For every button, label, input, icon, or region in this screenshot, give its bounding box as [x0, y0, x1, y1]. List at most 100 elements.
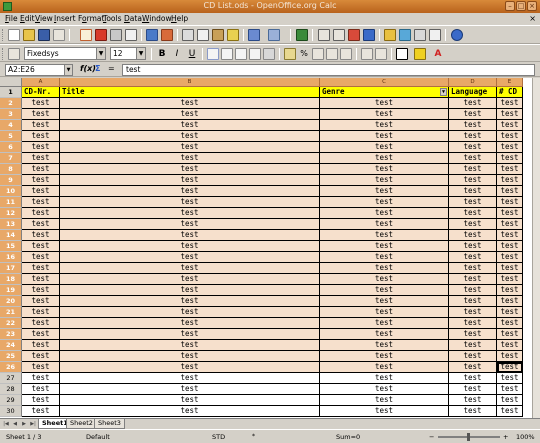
- table-cell[interactable]: test: [60, 197, 320, 208]
- table-cell[interactable]: test: [320, 219, 449, 230]
- table-cell[interactable]: test: [320, 164, 449, 175]
- toolbar-grip[interactable]: [2, 48, 4, 60]
- table-cell[interactable]: test: [449, 285, 497, 296]
- align-left-icon[interactable]: [207, 48, 219, 60]
- menu-item[interactable]: Window: [142, 14, 172, 23]
- underline-icon[interactable]: U: [186, 48, 198, 60]
- table-cell[interactable]: test: [497, 153, 523, 164]
- minimize-button[interactable]: –: [505, 1, 515, 11]
- table-cell[interactable]: test: [60, 186, 320, 197]
- sort-ascending-icon[interactable]: [318, 29, 330, 41]
- table-cell[interactable]: test: [60, 131, 320, 142]
- borders-icon[interactable]: [396, 48, 408, 60]
- table-cell[interactable]: test: [22, 406, 60, 417]
- merge-cells-icon[interactable]: [263, 48, 275, 60]
- table-cell[interactable]: test: [22, 318, 60, 329]
- help-icon[interactable]: [451, 29, 463, 41]
- row-header[interactable]: 18: [0, 274, 22, 285]
- table-cell[interactable]: test: [497, 252, 523, 263]
- zoom-slider-handle[interactable]: [467, 433, 470, 441]
- menu-item[interactable]: Help: [171, 14, 188, 23]
- table-cell[interactable]: test: [497, 197, 523, 208]
- sheet-tab[interactable]: Sheet3: [94, 419, 125, 429]
- table-cell[interactable]: test: [22, 142, 60, 153]
- table-cell[interactable]: test: [497, 120, 523, 131]
- table-cell[interactable]: test: [22, 274, 60, 285]
- table-cell[interactable]: test: [22, 197, 60, 208]
- export-pdf-icon[interactable]: [95, 29, 107, 41]
- row-header[interactable]: 20: [0, 296, 22, 307]
- table-cell[interactable]: test: [320, 252, 449, 263]
- navigator-icon[interactable]: [384, 29, 396, 41]
- table-cell[interactable]: test: [22, 164, 60, 175]
- table-cell[interactable]: test: [60, 351, 320, 362]
- add-decimal-icon[interactable]: [326, 48, 338, 60]
- font-color-icon[interactable]: A: [432, 48, 444, 60]
- table-cell[interactable]: test: [60, 175, 320, 186]
- table-cell[interactable]: test: [60, 230, 320, 241]
- table-cell[interactable]: test: [449, 153, 497, 164]
- table-cell[interactable]: test: [497, 373, 523, 384]
- table-cell[interactable]: test: [497, 406, 523, 417]
- table-cell[interactable]: test: [60, 142, 320, 153]
- hyperlink-icon[interactable]: [296, 29, 308, 41]
- status-mode[interactable]: STD: [212, 433, 225, 441]
- header-cell[interactable]: Title: [60, 87, 320, 98]
- table-cell[interactable]: test: [449, 241, 497, 252]
- table-cell[interactable]: test: [449, 340, 497, 351]
- table-cell[interactable]: test: [22, 98, 60, 109]
- page-preview-icon[interactable]: [125, 29, 137, 41]
- table-cell[interactable]: test: [497, 340, 523, 351]
- menu-item[interactable]: View: [35, 14, 53, 23]
- zoom-out-icon[interactable]: −: [429, 433, 434, 441]
- row-header[interactable]: 16: [0, 252, 22, 263]
- table-cell[interactable]: test: [449, 186, 497, 197]
- undo-icon[interactable]: [248, 29, 260, 41]
- toolbar-grip[interactable]: [2, 29, 4, 41]
- row-header[interactable]: 29: [0, 395, 22, 406]
- print-icon[interactable]: [110, 29, 122, 41]
- table-cell[interactable]: test: [60, 362, 320, 373]
- row-header[interactable]: 13: [0, 219, 22, 230]
- justify-icon[interactable]: [249, 48, 261, 60]
- table-cell[interactable]: test: [60, 208, 320, 219]
- table-cell[interactable]: test: [320, 362, 449, 373]
- table-cell[interactable]: test: [497, 241, 523, 252]
- menu-item[interactable]: File: [5, 14, 18, 23]
- column-header[interactable]: E: [497, 78, 523, 87]
- table-cell[interactable]: test: [22, 175, 60, 186]
- table-cell[interactable]: test: [449, 296, 497, 307]
- table-cell[interactable]: test: [60, 285, 320, 296]
- table-cell[interactable]: test: [497, 285, 523, 296]
- table-cell[interactable]: test: [320, 395, 449, 406]
- menu-item[interactable]: Data: [124, 14, 142, 23]
- function-wizard-icon[interactable]: f(x): [80, 64, 96, 73]
- previous-sheet-icon[interactable]: ◀: [11, 421, 19, 428]
- table-cell[interactable]: test: [320, 153, 449, 164]
- chevron-down-icon[interactable]: ▼: [136, 48, 145, 59]
- table-cell[interactable]: test: [60, 318, 320, 329]
- table-cell[interactable]: test: [497, 395, 523, 406]
- row-header[interactable]: 4: [0, 120, 22, 131]
- table-cell[interactable]: test: [320, 186, 449, 197]
- row-header[interactable]: 10: [0, 186, 22, 197]
- table-cell[interactable]: test: [449, 252, 497, 263]
- table-cell[interactable]: test: [22, 263, 60, 274]
- table-cell[interactable]: test: [60, 120, 320, 131]
- table-cell[interactable]: test: [60, 329, 320, 340]
- align-right-icon[interactable]: [235, 48, 247, 60]
- data-sources-icon[interactable]: [414, 29, 426, 41]
- table-cell[interactable]: test: [449, 263, 497, 274]
- table-cell[interactable]: test: [22, 329, 60, 340]
- table-cell[interactable]: test: [497, 164, 523, 175]
- table-cell[interactable]: test: [60, 252, 320, 263]
- table-cell[interactable]: test: [60, 296, 320, 307]
- table-cell[interactable]: test: [60, 219, 320, 230]
- row-header[interactable]: 3: [0, 109, 22, 120]
- table-cell[interactable]: test: [449, 230, 497, 241]
- table-cell[interactable]: test: [497, 307, 523, 318]
- table-cell[interactable]: test: [320, 351, 449, 362]
- table-cell[interactable]: test: [320, 230, 449, 241]
- table-cell[interactable]: test: [320, 109, 449, 120]
- sheet-tab[interactable]: Sheet2: [66, 419, 97, 429]
